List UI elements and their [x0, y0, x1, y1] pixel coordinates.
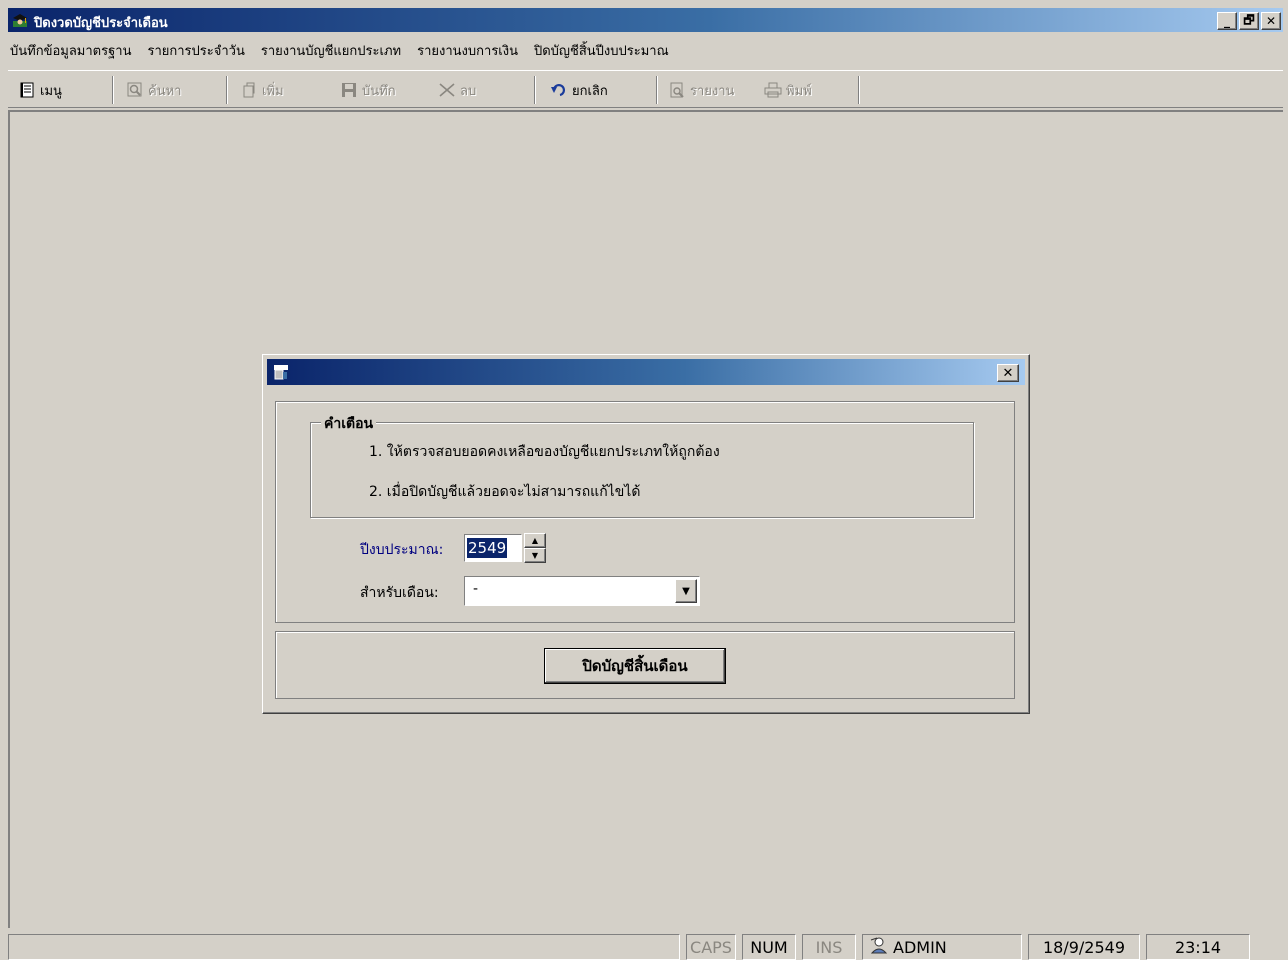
close-window-button[interactable]: ✕ — [1261, 12, 1281, 30]
warning-line-1: 1. ให้ตรวจสอบยอดคงเหลือของบัญชีแยกประเภท… — [369, 444, 720, 460]
menu-tool-button[interactable]: เมนู — [18, 77, 62, 103]
dialog-title-bar[interactable]: ✕ — [267, 359, 1025, 385]
spin-down-icon: ▼ — [531, 551, 539, 560]
close-icon: ✕ — [1265, 14, 1277, 28]
dialog-window-icon — [273, 364, 289, 380]
month-dropdown-button[interactable]: ▼ — [675, 579, 697, 603]
window-title: ปิดงวดบัญชีประจำเดือน — [34, 16, 168, 31]
toolbar: เมนู ค้นหา เพิ่ม บันทึก ลบ ยกเลิก รายงาน… — [8, 70, 1283, 108]
caps-indicator: CAPS — [686, 934, 736, 960]
menu-daily-transactions[interactable]: รายการประจำวัน — [139, 40, 252, 64]
warning-groupbox: คำเตือน 1. ให้ตรวจสอบยอดคงเหลือของบัญชีแ… — [310, 413, 974, 518]
close-month-button[interactable]: ปิดบัญชีสิ้นเดือน — [544, 648, 726, 684]
delete-label: ลบ — [460, 83, 477, 99]
menu-ledger-report[interactable]: รายงานบัญชีแยกประเภท — [253, 40, 409, 64]
fiscal-year-spinner: ▲ ▼ — [524, 533, 546, 563]
search-icon — [126, 81, 144, 99]
undo-icon — [550, 81, 568, 99]
time-pane: 23:14 — [1146, 934, 1250, 960]
printer-icon — [764, 81, 782, 99]
report-label: รายงาน — [690, 83, 735, 99]
toolbar-separator — [858, 76, 860, 104]
minimize-button[interactable]: _ — [1217, 12, 1237, 30]
status-bar: CAPS NUM INS ADMIN 18/9/2549 23:14 — [8, 932, 1283, 960]
dialog-close-button[interactable]: ✕ — [997, 364, 1019, 382]
warning-group-title: คำเตือน — [321, 413, 377, 435]
dialog-form-panel: คำเตือน 1. ให้ตรวจสอบยอดคงเหลือของบัญชีแ… — [275, 401, 1015, 623]
spin-up-button[interactable]: ▲ — [524, 533, 546, 548]
close-month-dialog: ✕ คำเตือน 1. ให้ตรวจสอบยอดคงเหลือของบัญช… — [262, 354, 1030, 714]
warning-line-2: 2. เมื่อปิดบัญชีแล้วยอดจะไม่สามารถแก้ไขไ… — [369, 484, 641, 500]
search-button[interactable]: ค้นหา — [126, 77, 181, 103]
menu-book-icon — [18, 81, 36, 99]
restore-icon: 🗗 — [1243, 12, 1255, 27]
spin-down-button[interactable]: ▼ — [524, 548, 546, 563]
close-icon: ✕ — [1002, 365, 1014, 381]
menu-year-end-close[interactable]: ปิดบัญชีสิ้นปีงบประมาณ — [526, 40, 677, 64]
print-label: พิมพ์ — [786, 83, 812, 99]
menu-standard-data[interactable]: บันทึกข้อมูลมาตรฐาน — [8, 40, 139, 64]
toolbar-separator — [226, 76, 228, 104]
fiscal-year-value: 2549 — [467, 538, 508, 558]
toolbar-separator — [112, 76, 114, 104]
user-icon — [869, 936, 889, 958]
user-pane: ADMIN — [862, 934, 1022, 960]
save-button[interactable]: บันทึก — [340, 77, 396, 103]
print-button[interactable]: พิมพ์ — [764, 77, 812, 103]
menu-bar: บันทึกข้อมูลมาตรฐาน รายการประจำวัน รายงา… — [8, 40, 677, 64]
toolbar-separator — [534, 76, 536, 104]
delete-x-icon — [438, 81, 456, 99]
report-preview-icon — [668, 81, 686, 99]
month-value: - — [473, 581, 479, 597]
menu-financial-report[interactable]: รายงานงบการเงิน — [409, 40, 526, 64]
floppy-save-icon — [340, 81, 358, 99]
ins-indicator: INS — [802, 934, 856, 960]
add-label: เพิ่ม — [262, 83, 284, 99]
cancel-button[interactable]: ยกเลิก — [550, 77, 608, 103]
toolbar-separator — [656, 76, 658, 104]
fiscal-year-input[interactable]: 2549 — [464, 534, 522, 562]
delete-button[interactable]: ลบ — [438, 77, 476, 103]
status-message-pane — [8, 934, 680, 960]
fiscal-year-label: ปีงบประมาณ: — [360, 542, 444, 558]
month-label: สำหรับเดือน: — [360, 585, 439, 601]
spin-up-icon: ▲ — [531, 536, 539, 545]
search-label: ค้นหา — [148, 83, 182, 99]
new-document-icon — [240, 81, 258, 99]
menu-tool-label: เมนู — [40, 83, 62, 99]
user-name: ADMIN — [893, 937, 947, 957]
report-button[interactable]: รายงาน — [668, 77, 734, 103]
minimize-icon: _ — [1224, 14, 1230, 28]
date-pane: 18/9/2549 — [1028, 934, 1140, 960]
dialog-action-panel: ปิดบัญชีสิ้นเดือน — [275, 631, 1015, 699]
cancel-label: ยกเลิก — [572, 83, 608, 99]
window-title-bar[interactable]: ปิดงวดบัญชีประจำเดือน _ 🗗 ✕ — [8, 8, 1283, 32]
chevron-down-icon: ▼ — [682, 585, 690, 597]
num-indicator: NUM — [742, 934, 796, 960]
save-label: บันทึก — [362, 83, 396, 99]
app-graduate-icon — [12, 12, 28, 28]
month-select[interactable]: - ▼ — [464, 576, 700, 606]
add-button[interactable]: เพิ่ม — [240, 77, 284, 103]
restore-button[interactable]: 🗗 — [1239, 12, 1259, 30]
